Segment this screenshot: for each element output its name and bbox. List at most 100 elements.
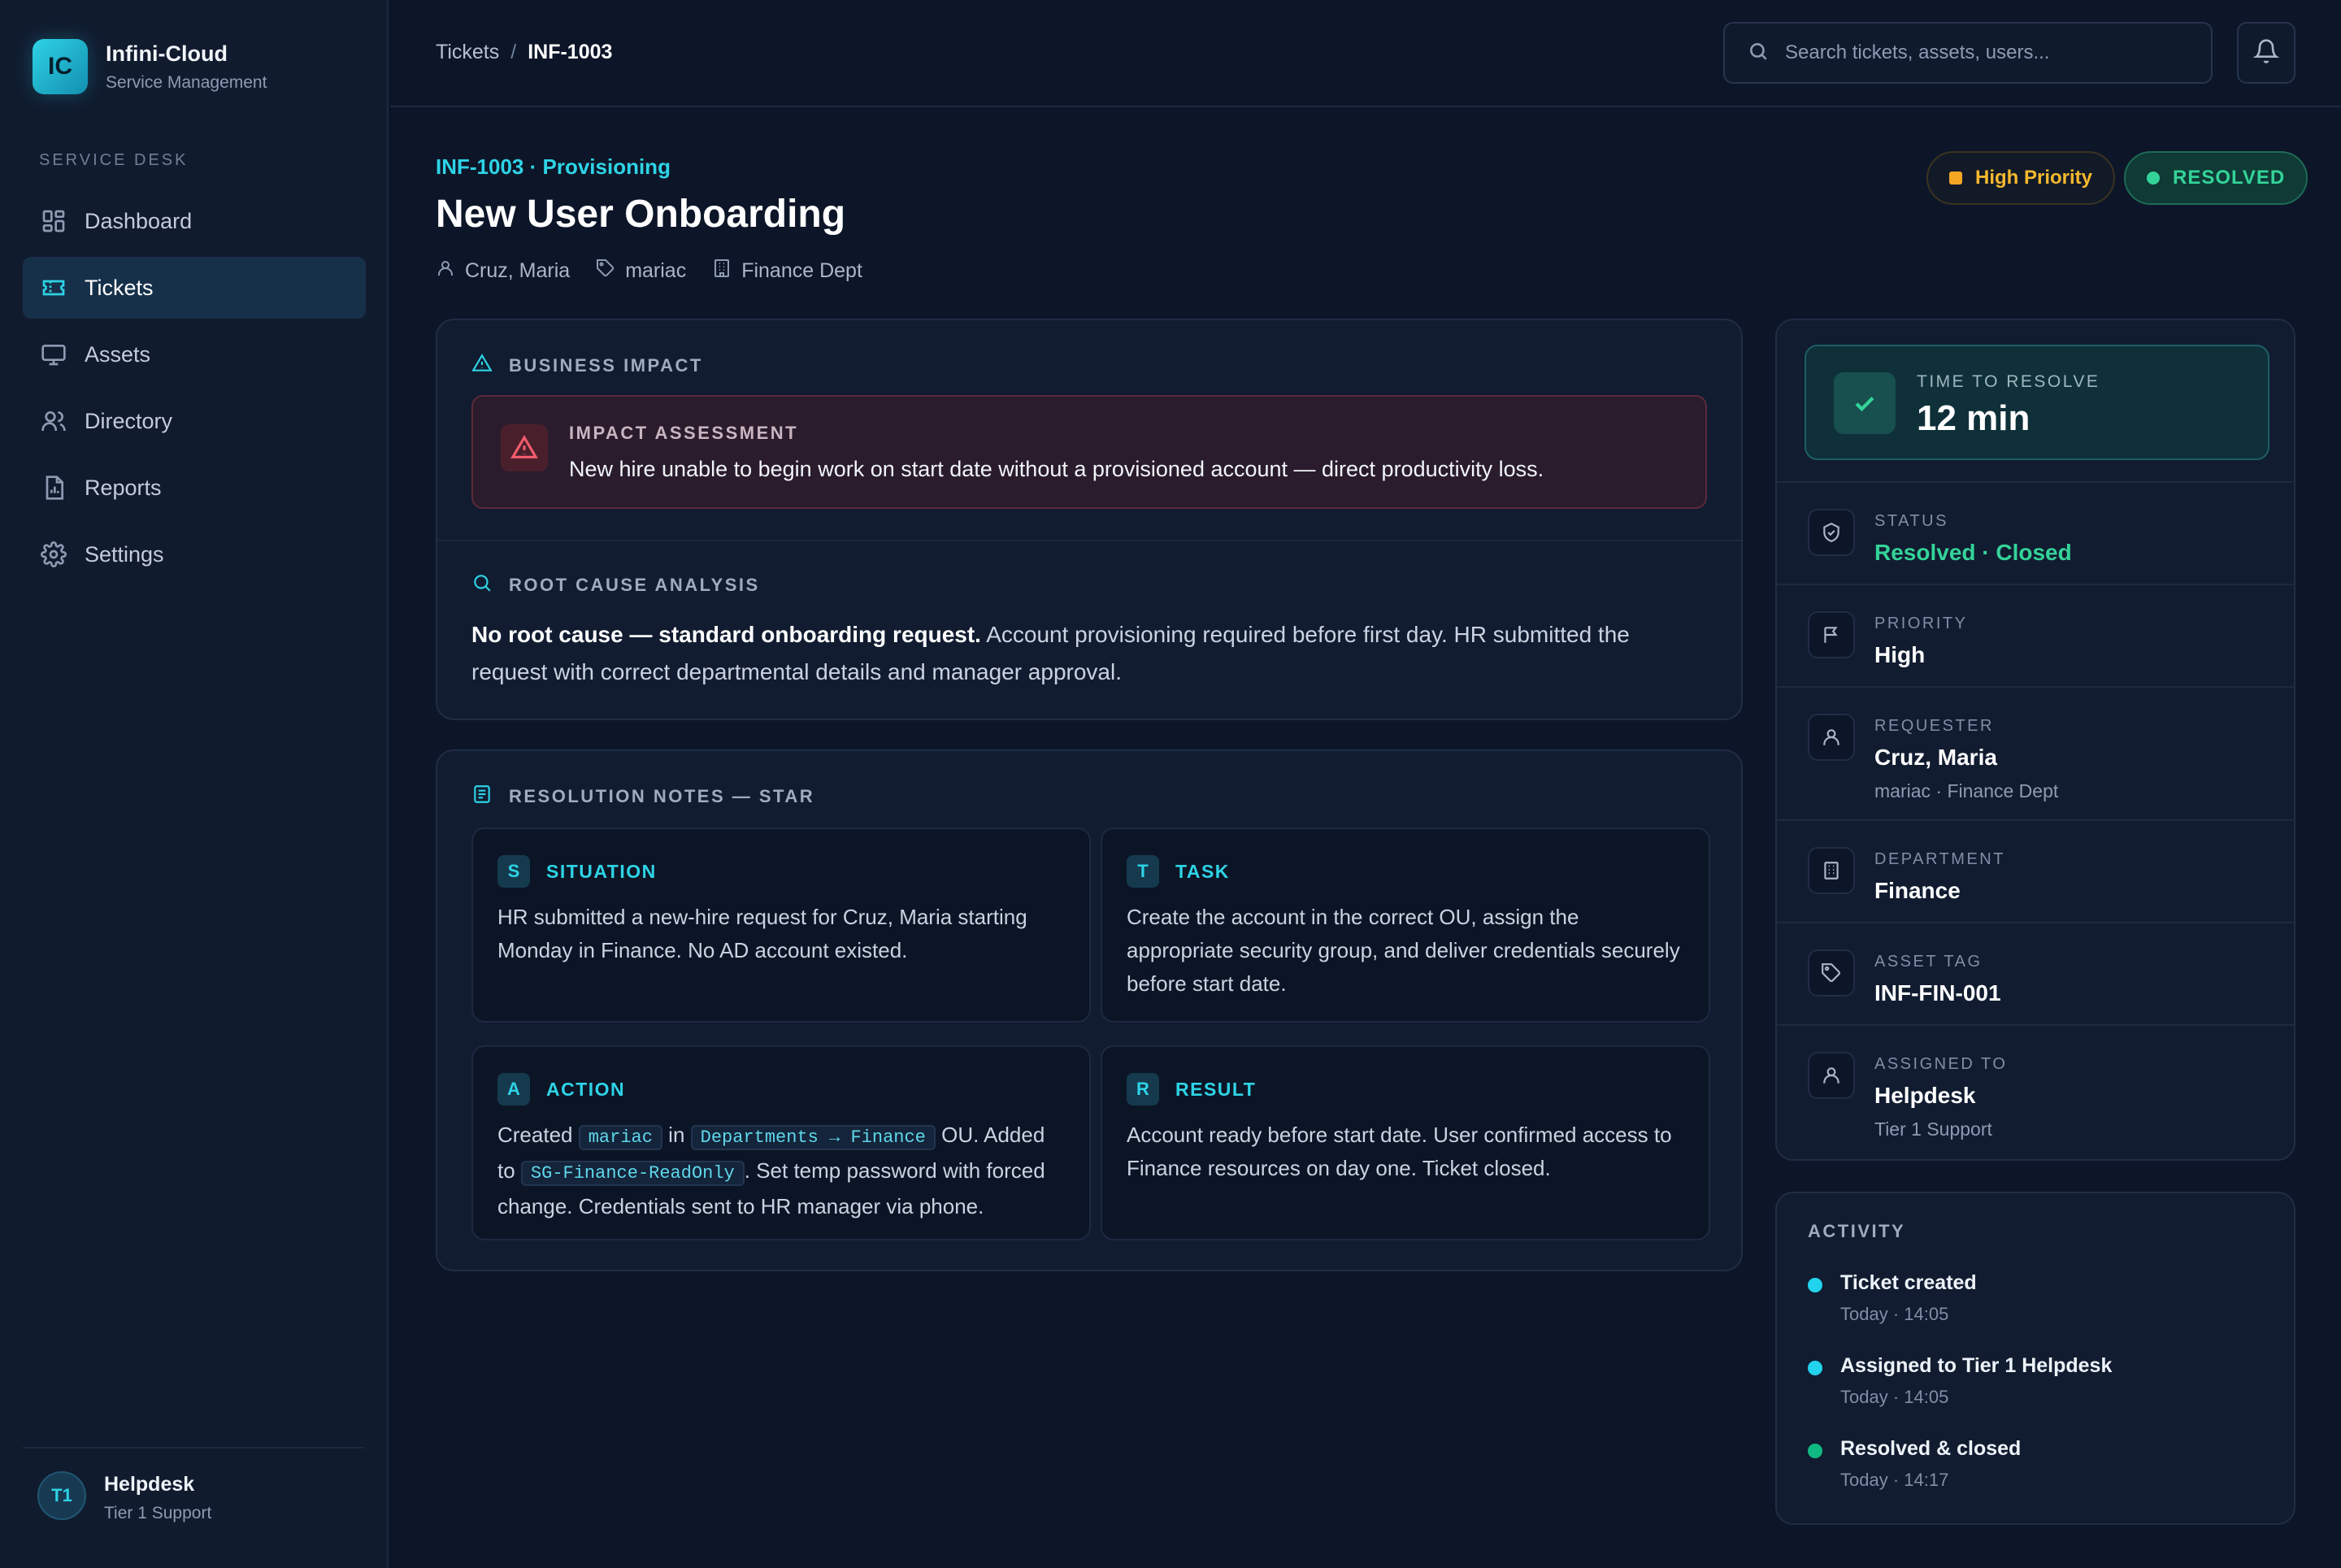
department-value: Finance xyxy=(1874,878,1961,903)
star-text-task: Create the account in the correct OU, as… xyxy=(1127,905,1680,996)
sidebar-item-dashboard[interactable]: Dashboard xyxy=(23,190,366,252)
divider xyxy=(437,540,1741,541)
search-icon xyxy=(471,572,509,598)
building-icon xyxy=(712,258,741,284)
status-value: Resolved · Closed xyxy=(1874,540,2072,565)
sidebar-item-settings[interactable]: Settings xyxy=(23,523,366,585)
star-task: T TASK Create the account in the correct… xyxy=(1101,827,1710,1023)
status-badge: RESOLVED xyxy=(2124,151,2308,205)
star-text-result: Account ready before start date. User co… xyxy=(1127,1123,1672,1180)
priority-label: PRIORITY xyxy=(1874,615,1968,632)
user-icon xyxy=(436,258,465,284)
activity-text: Resolved & closed xyxy=(1840,1437,2022,1460)
search-box[interactable] xyxy=(1723,22,2213,84)
bell-icon xyxy=(2252,38,2280,68)
activity-dot-icon xyxy=(1808,1444,1822,1458)
activity-dot-icon xyxy=(1808,1278,1822,1292)
breadcrumb-tickets[interactable]: Tickets xyxy=(436,41,499,63)
activity-text: Assigned to Tier 1 Helpdesk xyxy=(1840,1354,2113,1377)
ticket-meta: Cruz, Maria mariac Finance Dept xyxy=(436,258,888,284)
check-icon xyxy=(1834,372,1896,434)
asset-tag-value: INF-FIN-001 xyxy=(1874,980,2001,1006)
root-cause-label: ROOT CAUSE ANALYSIS xyxy=(509,575,760,595)
details-card: TIME TO RESOLVE 12 min STATUS Resolved ·… xyxy=(1775,319,2295,1161)
star-label-situation: SITUATION xyxy=(546,860,657,882)
tag-icon xyxy=(1808,949,1855,997)
assigned-value: Helpdesk xyxy=(1874,1083,1976,1108)
sidebar-item-assets[interactable]: Assets xyxy=(23,324,366,385)
ticket-id: INF-1003 · Provisioning xyxy=(436,154,671,179)
star-result: R RESULT Account ready before start date… xyxy=(1101,1045,1710,1240)
brand[interactable]: IC Infini-Cloud Service Management xyxy=(33,39,267,94)
star-text-situation: HR submitted a new-hire request for Cruz… xyxy=(497,905,1027,962)
star-situation: S SITUATION HR submitted a new-hire requ… xyxy=(471,827,1091,1023)
brand-subtitle: Service Management xyxy=(106,72,267,92)
gear-icon xyxy=(39,540,68,569)
assigned-label: ASSIGNED TO xyxy=(1874,1055,2008,1073)
activity-dot-icon xyxy=(1808,1361,1822,1375)
impact-assessment-label: IMPACT ASSESSMENT xyxy=(569,423,799,443)
asset-tag-label: ASSET TAG xyxy=(1874,953,1983,971)
impact-assessment: IMPACT ASSESSMENT New hire unable to beg… xyxy=(471,395,1707,509)
department-label: DEPARTMENT xyxy=(1874,850,2005,868)
alert-triangle-icon xyxy=(501,424,548,471)
detail-assigned-to: ASSIGNED TO Helpdesk Tier 1 Support xyxy=(1777,1024,2294,1161)
users-icon xyxy=(39,406,68,436)
sidebar-item-tickets[interactable]: Tickets xyxy=(23,257,366,319)
resolution-notes-title: RESOLUTION NOTES — STAR xyxy=(471,784,814,810)
dashboard-icon xyxy=(39,206,68,236)
star-label-task: TASK xyxy=(1175,860,1230,882)
sidebar-nav: Dashboard Tickets Assets Directory Repor… xyxy=(23,190,366,590)
monitor-icon xyxy=(39,340,68,369)
meta-person: Cruz, Maria xyxy=(465,259,571,282)
breadcrumb-separator: / xyxy=(510,41,517,63)
priority-value: High xyxy=(1874,642,1926,667)
search-icon xyxy=(1748,41,1769,66)
warning-icon xyxy=(471,353,509,379)
root-cause-lead: No root cause — standard onboarding requ… xyxy=(471,622,981,647)
star-letter-s: S xyxy=(497,855,530,888)
breadcrumb: Tickets / INF-1003 xyxy=(436,41,612,64)
activity-title: ACTIVITY xyxy=(1808,1221,1906,1241)
brand-logo: IC xyxy=(33,39,88,94)
time-to-resolve: TIME TO RESOLVE 12 min xyxy=(1805,345,2269,460)
resolution-notes-label: RESOLUTION NOTES — STAR xyxy=(509,786,815,806)
notifications-button[interactable] xyxy=(2237,22,2295,84)
sidebar-item-directory[interactable]: Directory xyxy=(23,390,366,452)
user-profile[interactable]: T1 Helpdesk Tier 1 Support xyxy=(23,1447,364,1522)
detail-requester: REQUESTER Cruz, Maria mariac · Finance D… xyxy=(1777,686,2294,819)
resolution-notes-card: RESOLUTION NOTES — STAR S SITUATION HR s… xyxy=(436,749,1743,1271)
root-cause-text: No root cause — standard onboarding requ… xyxy=(471,616,1707,691)
avatar: T1 xyxy=(37,1471,86,1520)
page-title: New User Onboarding xyxy=(436,193,846,236)
report-icon xyxy=(39,473,68,502)
shield-icon xyxy=(1808,509,1855,556)
detail-asset-tag: ASSET TAG INF-FIN-001 xyxy=(1777,922,2294,1024)
business-impact-label: BUSINESS IMPACT xyxy=(509,355,703,376)
star-letter-t: T xyxy=(1127,855,1159,888)
sidebar-item-reports[interactable]: Reports xyxy=(23,457,366,519)
star-label-action: ACTION xyxy=(546,1078,626,1100)
star-action: A ACTION Created mariac in Departments →… xyxy=(471,1045,1091,1240)
activity-card: ACTIVITY Ticket created Today · 14:05 As… xyxy=(1775,1192,2295,1525)
sidebar-item-label: Settings xyxy=(85,541,164,567)
user-icon xyxy=(1808,714,1855,761)
ttr-label: TIME TO RESOLVE xyxy=(1917,372,2100,391)
star-letter-r: R xyxy=(1127,1073,1159,1105)
detail-status: STATUS Resolved · Closed xyxy=(1777,481,2294,584)
status-dot-icon xyxy=(2147,172,2160,185)
meta-department: Finance Dept xyxy=(741,259,862,282)
flag-icon xyxy=(1808,611,1855,658)
code-security-group: SG-Finance-ReadOnly xyxy=(520,1161,745,1186)
search-input[interactable] xyxy=(1785,41,2208,64)
status-badge-label: RESOLVED xyxy=(2173,167,2286,189)
business-impact-title: BUSINESS IMPACT xyxy=(471,353,703,379)
star-text-action: Created mariac in Departments → Finance … xyxy=(497,1118,1065,1223)
ttr-value: 12 min xyxy=(1917,398,2030,438)
sidebar: IC Infini-Cloud Service Management SERVI… xyxy=(0,0,389,1568)
status-label: STATUS xyxy=(1874,512,1948,530)
sidebar-item-label: Dashboard xyxy=(85,208,193,233)
detail-department: DEPARTMENT Finance xyxy=(1777,819,2294,922)
assigned-sub: Tier 1 Support xyxy=(1874,1118,1992,1140)
user-name: Helpdesk xyxy=(104,1473,195,1496)
